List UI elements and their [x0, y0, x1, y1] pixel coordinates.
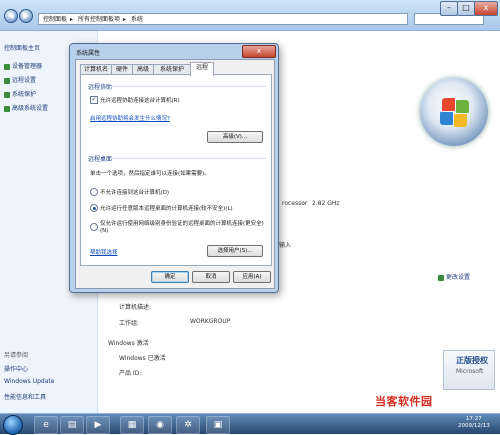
- remote-assistance-help-link[interactable]: 启用远程协助将会发生什么情况?: [90, 114, 170, 122]
- radio-no-connections[interactable]: [90, 188, 98, 196]
- windows-logo: [420, 78, 488, 146]
- dialog-close-button[interactable]: x: [242, 45, 276, 58]
- shield-icon: [4, 63, 10, 70]
- processor-label: rocessor: [282, 200, 308, 207]
- control-panel-icon[interactable]: ▣: [206, 416, 230, 434]
- media-player-icon[interactable]: ▶: [86, 416, 110, 434]
- change-settings-link[interactable]: 更改设置: [438, 272, 470, 281]
- radio-any-version[interactable]: [90, 204, 98, 212]
- radio-nla-only[interactable]: [90, 223, 98, 231]
- address-bar[interactable]: 控制面板 ▸ 所有控制面板项 ▸ 系统: [38, 13, 408, 25]
- shield-icon: [4, 91, 10, 98]
- windows-activation-heading: Windows 激活: [108, 340, 149, 347]
- device-manager-link[interactable]: 设备管理器: [4, 61, 42, 70]
- breadcrumb-all-items[interactable]: 所有控制面板项: [78, 16, 120, 23]
- site-watermark: 当客软件园: [375, 395, 433, 408]
- dialog-body: 计算机名 硬件 高级 系统保护 远程 远程协助 ✓ 允许远程协助连接这台计算机(…: [75, 59, 275, 289]
- breadcrumb-system[interactable]: 系统: [131, 16, 143, 23]
- select-users-button[interactable]: 选择用户(S)...: [207, 245, 263, 257]
- allow-remote-assistance-label: 允许远程协助连接这台计算机(R): [100, 98, 180, 104]
- shield-icon: [4, 77, 10, 84]
- settings-icon[interactable]: ✲: [176, 416, 200, 434]
- radio-nla-only-label: 仅允许运行使用网络级别身份验证的远程桌面的计算机连接(更安全)(N): [100, 221, 264, 234]
- maximize-button[interactable]: □: [457, 1, 475, 16]
- ok-button[interactable]: 确定: [151, 271, 189, 283]
- advanced-button[interactable]: 高级(V)...: [207, 131, 263, 143]
- folder-icon[interactable]: ▤: [60, 416, 84, 434]
- cancel-button[interactable]: 取消: [192, 271, 230, 283]
- clock-date: 2009/12/13: [458, 423, 490, 429]
- computer-description-label: 计算机描述:: [119, 304, 152, 311]
- network-icon[interactable]: ◉: [148, 416, 172, 434]
- document-icon[interactable]: ▦: [120, 416, 144, 434]
- clock-time: 17:27: [465, 416, 482, 422]
- apply-button[interactable]: 应用(A): [233, 271, 271, 283]
- genuine-subtitle: Microsoft: [456, 368, 484, 375]
- close-window-button[interactable]: x: [474, 1, 498, 16]
- allow-remote-assistance-checkbox[interactable]: ✓: [90, 96, 98, 104]
- workgroup-label: 工作组:: [119, 320, 140, 327]
- remote-assistance-heading: 远程协助: [88, 84, 113, 91]
- advanced-system-settings-link[interactable]: 高级系统设置: [4, 103, 48, 112]
- ie-icon[interactable]: e: [34, 416, 58, 434]
- radio-any-version-label: 允许运行任意版本远程桌面的计算机连接(较不安全)(L): [100, 206, 233, 212]
- help-me-choose-link[interactable]: 帮助我选择: [90, 248, 118, 256]
- action-center-link[interactable]: 操作中心: [4, 364, 28, 373]
- shield-icon: [4, 105, 10, 112]
- radio-no-connections-label: 不允许连接到这台计算机(D): [100, 190, 170, 196]
- tab-remote[interactable]: 远程: [190, 62, 214, 76]
- dialog-title: 系统属性: [76, 50, 101, 57]
- performance-info-link[interactable]: 性能信息和工具: [4, 392, 46, 401]
- processor-speed: 2.82 GHz: [312, 200, 340, 207]
- remote-desktop-heading: 远程桌面: [88, 156, 113, 163]
- control-panel-home-link[interactable]: 控制面板主页: [4, 43, 40, 52]
- genuine-title: 正版授权: [456, 356, 488, 365]
- remote-desktop-instruction: 单击一个选项，然后指定谁可以连接(如果需要)。: [90, 171, 210, 177]
- system-protection-link[interactable]: 系统保护: [4, 89, 36, 98]
- start-button[interactable]: [3, 415, 23, 435]
- activation-status: Windows 已激活: [119, 355, 166, 362]
- genuine-badge[interactable]: 正版授权 Microsoft: [443, 350, 495, 390]
- input-label: 输入: [279, 242, 292, 249]
- minimize-button[interactable]: –: [440, 1, 458, 16]
- system-properties-dialog: 系统属性 x 计算机名 硬件 高级 系统保护 远程 远程协助 ✓ 允许远程协助连…: [69, 43, 279, 293]
- windows-update-link[interactable]: Windows Update: [4, 378, 54, 385]
- remote-settings-link[interactable]: 远程设置: [4, 75, 36, 84]
- system-clock[interactable]: 17:27 2009/12/13: [458, 416, 490, 430]
- breadcrumb-control-panel[interactable]: 控制面板: [43, 16, 67, 23]
- window-titlebar: ◀ ▶ 控制面板 ▸ 所有控制面板项 ▸ 系统 – □ x: [0, 0, 500, 31]
- workgroup-value: WORKGROUP: [190, 318, 231, 325]
- shield-icon: [438, 274, 444, 281]
- taskbar: e ▤ ▶ ▦ ◉ ✲ ▣ 17:27 2009/12/13: [0, 413, 500, 435]
- forward-button[interactable]: ▶: [19, 9, 33, 23]
- see-also-heading: 另请参阅: [4, 352, 29, 359]
- remote-tab-panel: 远程协助 ✓ 允许远程协助连接这台计算机(R) 启用远程协助将会发生什么情况? …: [80, 74, 272, 266]
- back-button[interactable]: ◀: [4, 9, 18, 23]
- product-id-label: 产品 ID:: [119, 370, 142, 377]
